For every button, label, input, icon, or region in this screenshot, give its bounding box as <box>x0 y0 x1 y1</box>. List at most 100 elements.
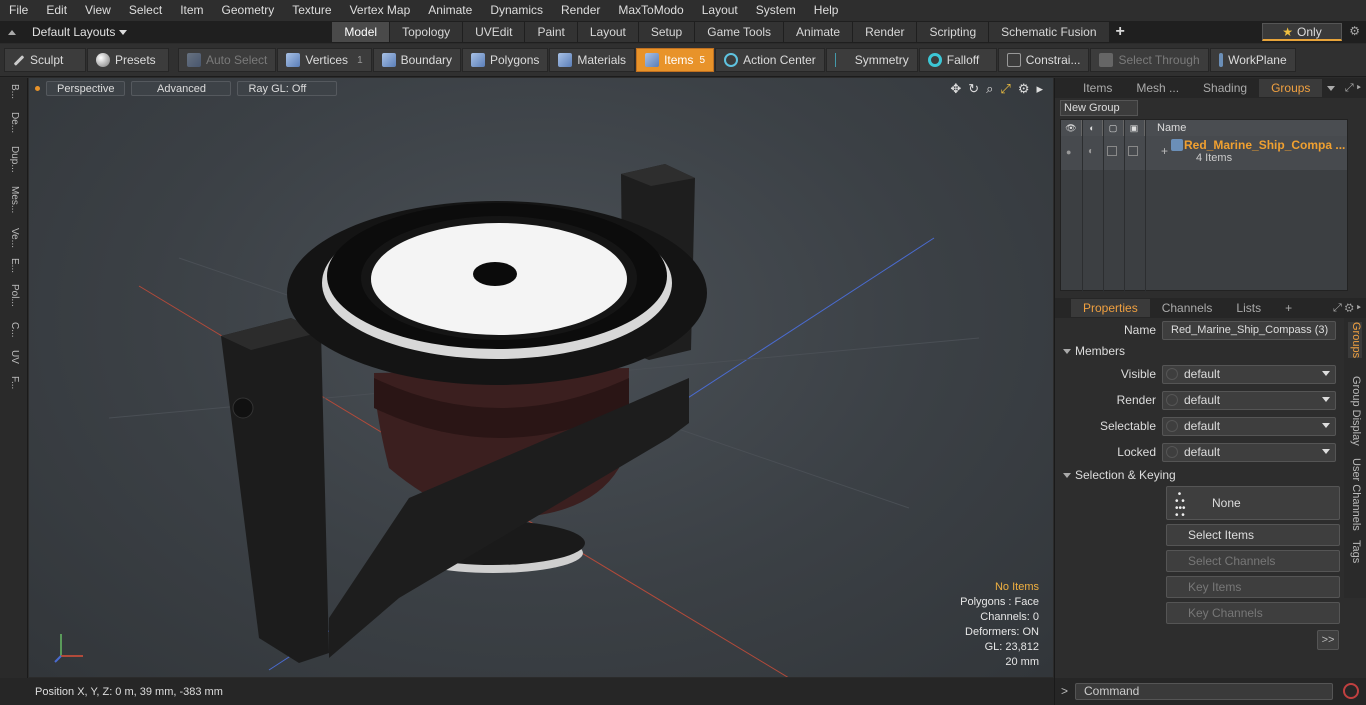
add-tab-icon[interactable]: + <box>1110 22 1131 42</box>
panel-expand-icon[interactable]: ⤢ ▸ <box>1345 82 1361 95</box>
expand-icon[interactable]: + <box>1161 144 1168 158</box>
viewport-settings-icon[interactable]: ⚙ <box>1018 81 1030 97</box>
items-button[interactable]: Items 5 <box>636 48 715 72</box>
select-col-icon[interactable]: ▣ <box>1124 120 1145 136</box>
constraints-button[interactable]: Constrai... <box>997 48 1090 72</box>
boundary-button[interactable]: Boundary <box>372 48 461 72</box>
perspective-button[interactable]: Perspective <box>46 80 126 96</box>
left-tab-duplicate[interactable]: Dup... <box>6 146 20 173</box>
key-items-button[interactable]: Key Items <box>1166 576 1340 598</box>
menu-file[interactable]: File <box>0 0 37 21</box>
render-dropdown[interactable]: default <box>1162 390 1336 410</box>
select-channels-button[interactable]: Select Channels <box>1166 550 1340 572</box>
row-render-icon[interactable]: ◐ <box>1088 146 1094 157</box>
tab-topology[interactable]: Topology <box>390 22 463 42</box>
symmetry-button[interactable]: Symmetry <box>825 48 918 72</box>
materials-button[interactable]: Materials <box>549 48 636 72</box>
sculpt-button[interactable]: Sculpt <box>4 48 86 72</box>
tab-layout[interactable]: Layout <box>577 22 638 42</box>
zoom-view-icon[interactable]: ⌕ <box>986 81 993 97</box>
left-tab-polygon[interactable]: Pol... <box>6 284 20 307</box>
row-lock-checkbox[interactable] <box>1107 146 1117 156</box>
locked-dropdown[interactable]: default <box>1162 442 1336 462</box>
panel-settings-icon[interactable]: ⤢ ⚙ ▸ <box>1333 302 1361 315</box>
more-button[interactable]: >> <box>1317 630 1339 650</box>
key-channels-button[interactable]: Key Channels <box>1166 602 1340 624</box>
advanced-button[interactable]: Advanced <box>131 80 232 96</box>
menu-system[interactable]: System <box>747 0 805 21</box>
menu-select[interactable]: Select <box>120 0 171 21</box>
tab-game-tools[interactable]: Game Tools <box>695 22 784 42</box>
tab-items[interactable]: Items <box>1071 79 1124 97</box>
tab-lists[interactable]: Lists <box>1224 299 1273 317</box>
tab-paint[interactable]: Paint <box>525 22 577 42</box>
keying-none-button[interactable]: • • • ••• • • None <box>1166 486 1340 521</box>
render-col-icon[interactable]: ◐ <box>1082 120 1103 136</box>
vertices-button[interactable]: Vertices 1 <box>277 48 372 72</box>
tab-groups[interactable]: Groups <box>1259 79 1323 97</box>
menu-vertex-map[interactable]: Vertex Map <box>341 0 420 21</box>
tab-channels[interactable]: Channels <box>1150 299 1225 317</box>
menu-geometry[interactable]: Geometry <box>213 0 284 21</box>
left-tab-uv[interactable]: UV <box>6 350 20 364</box>
falloff-button[interactable]: Falloff <box>918 48 997 72</box>
gear-icon[interactable]: ⚙ <box>1349 24 1360 38</box>
left-tab-vertex[interactable]: Ve... <box>6 228 20 248</box>
tab-mesh[interactable]: Mesh ... <box>1124 79 1191 97</box>
left-tab-mesh[interactable]: Mes... <box>6 186 20 213</box>
action-center-button[interactable]: Action Center <box>715 48 825 72</box>
tab-animate[interactable]: Animate <box>784 22 853 42</box>
selectable-dropdown[interactable]: default <box>1162 416 1336 436</box>
menu-maxtomodo[interactable]: MaxToModo <box>609 0 692 21</box>
menu-view[interactable]: View <box>76 0 120 21</box>
tab-setup[interactable]: Setup <box>638 22 695 42</box>
tab-shading[interactable]: Shading <box>1191 79 1259 97</box>
row-select-checkbox[interactable] <box>1128 146 1138 156</box>
tab-schematic-fusion[interactable]: Schematic Fusion <box>989 22 1109 42</box>
visibility-col-icon[interactable]: 👁 <box>1061 120 1082 136</box>
selection-keying-section[interactable]: Selection & Keying <box>1063 467 1176 483</box>
side-tab-user-channels[interactable]: User Channels <box>1348 458 1362 531</box>
workplane-button[interactable]: WorkPlane <box>1209 48 1296 72</box>
menu-dynamics[interactable]: Dynamics <box>481 0 552 21</box>
menu-animate[interactable]: Animate <box>419 0 481 21</box>
record-icon[interactable] <box>1343 683 1359 699</box>
menu-edit[interactable]: Edit <box>37 0 76 21</box>
chevron-down-icon[interactable] <box>1326 84 1336 92</box>
tab-scripting[interactable]: Scripting <box>917 22 989 42</box>
select-items-button[interactable]: Select Items <box>1166 524 1340 546</box>
members-section[interactable]: Members <box>1063 343 1125 359</box>
rotate-view-icon[interactable]: ↻ <box>968 81 979 97</box>
menu-texture[interactable]: Texture <box>283 0 340 21</box>
select-through-button[interactable]: Select Through <box>1090 48 1209 72</box>
raygl-button[interactable]: Ray GL: Off <box>237 80 338 96</box>
side-tab-group-display[interactable]: Group Display <box>1348 376 1362 446</box>
tab-model[interactable]: Model <box>332 22 390 42</box>
left-tab-fusion[interactable]: F... <box>6 376 20 389</box>
visible-dropdown[interactable]: default <box>1162 364 1336 384</box>
menu-render[interactable]: Render <box>552 0 609 21</box>
new-group-button[interactable]: New Group <box>1060 100 1138 116</box>
menu-item[interactable]: Item <box>171 0 212 21</box>
left-tab-deform[interactable]: De... <box>6 112 20 133</box>
auto-select-button[interactable]: Auto Select <box>178 48 277 72</box>
name-field[interactable]: Red_Marine_Ship_Compass (3) <box>1162 320 1336 340</box>
tab-uvedit[interactable]: UVEdit <box>463 22 525 42</box>
menu-help[interactable]: Help <box>805 0 848 21</box>
side-tab-tags[interactable]: Tags <box>1348 540 1362 563</box>
maximize-view-icon[interactable]: ⤢ <box>1000 81 1010 97</box>
move-view-icon[interactable]: ✥ <box>950 81 961 97</box>
3d-viewport[interactable]: Perspective Advanced Ray GL: Off ✥ ↻ ⌕ ⤢… <box>29 78 1053 677</box>
lock-col-icon[interactable]: ▢ <box>1103 120 1124 136</box>
polygons-button[interactable]: Polygons <box>462 48 549 72</box>
left-tab-edge[interactable]: E... <box>6 258 20 273</box>
left-tab-basic[interactable]: B... <box>6 84 20 99</box>
row-visibility-icon[interactable]: ● <box>1066 147 1071 157</box>
left-tab-curve[interactable]: C... <box>6 322 20 338</box>
menu-layout[interactable]: Layout <box>693 0 747 21</box>
tab-properties[interactable]: Properties <box>1071 299 1150 317</box>
command-input[interactable]: Command <box>1075 683 1333 700</box>
side-tab-groups[interactable]: Groups <box>1348 322 1362 359</box>
presets-button[interactable]: Presets <box>87 48 169 72</box>
viewport-more-icon[interactable]: ▸ <box>1036 81 1043 97</box>
